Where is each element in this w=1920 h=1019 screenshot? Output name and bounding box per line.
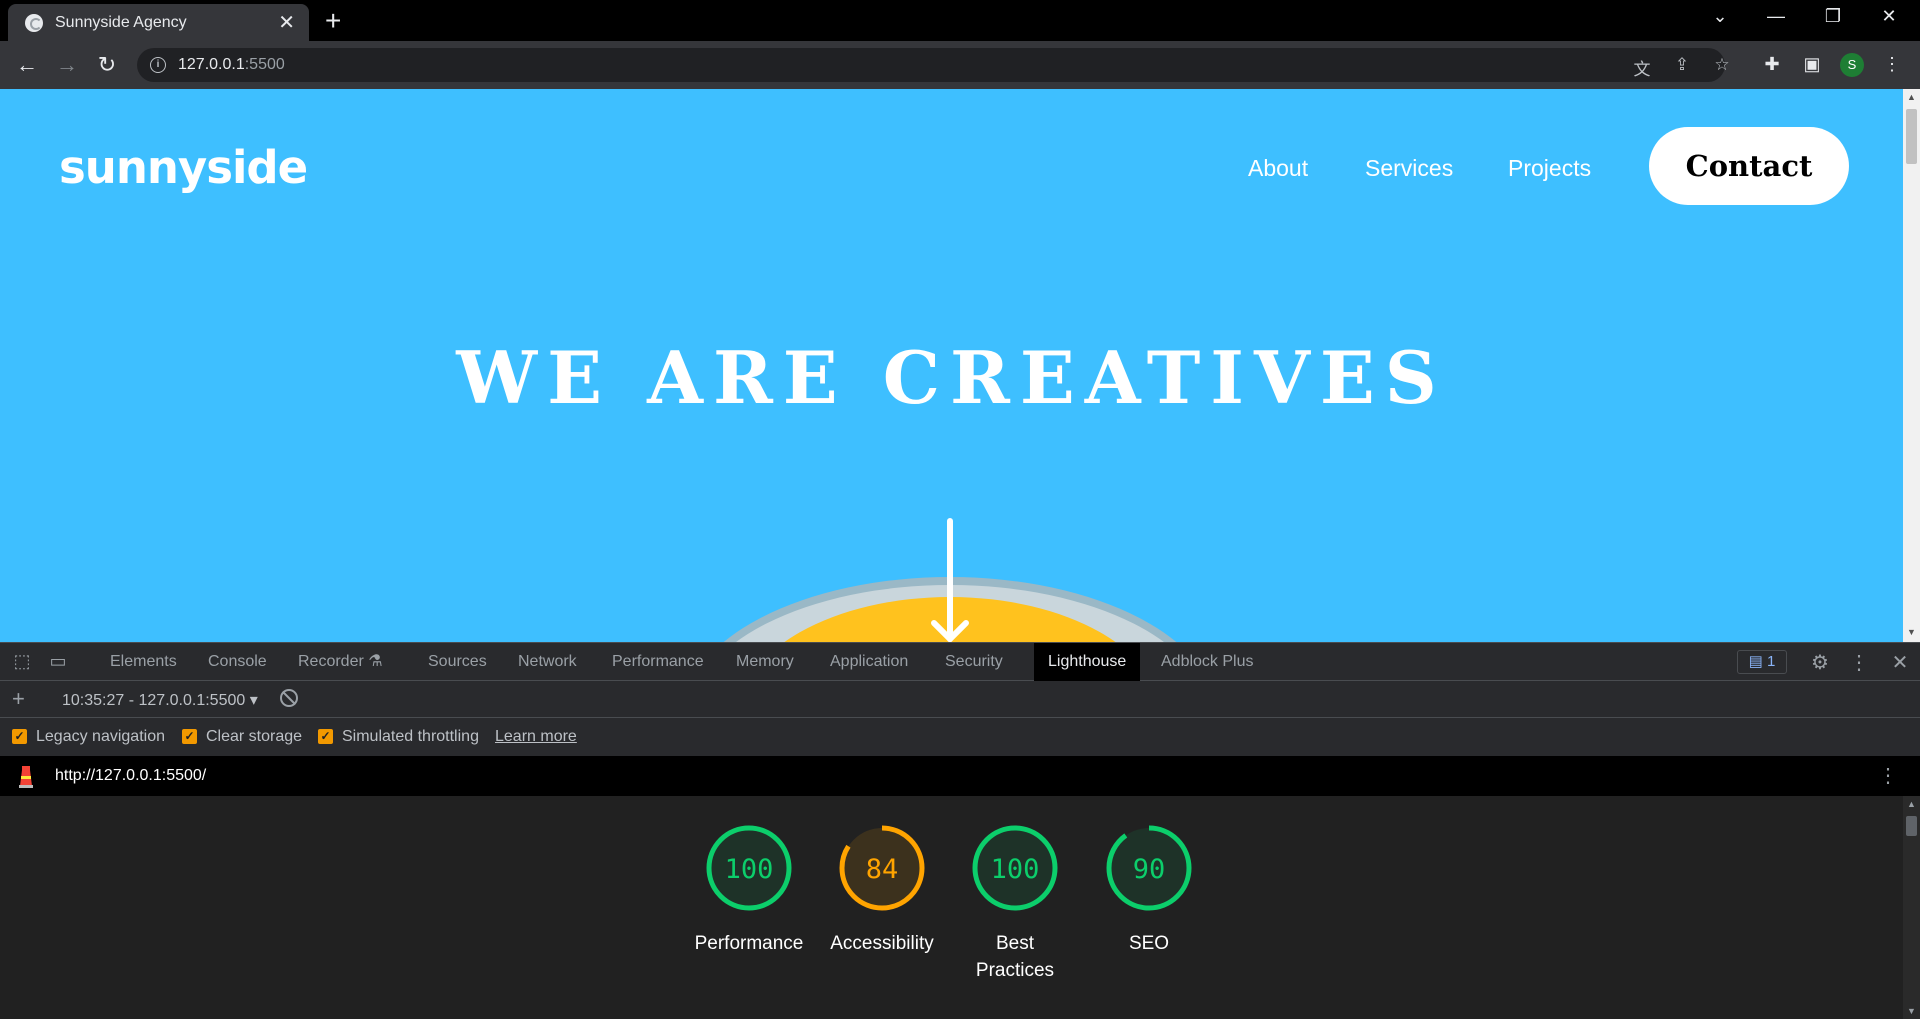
back-button[interactable]: ← bbox=[13, 51, 41, 79]
score-label-best-practices: Best Practices bbox=[975, 933, 1055, 981]
simulated-throttling-checkbox[interactable]: ✓ bbox=[318, 729, 333, 744]
site-info-icon[interactable]: i bbox=[150, 57, 166, 73]
side-panel-icon[interactable]: ▣ bbox=[1800, 54, 1824, 75]
forward-button[interactable]: → bbox=[53, 51, 81, 79]
report-scroll-up-icon[interactable]: ▲ bbox=[1907, 799, 1916, 809]
score-ring-performance: 100 bbox=[706, 825, 792, 911]
browser-tab[interactable]: Sunnyside Agency ✕ bbox=[8, 4, 309, 41]
score-value-performance: 100 bbox=[725, 854, 774, 885]
browser-toolbar: ← → ↻ i 127.0.0.1:5500 文 ⇪ ☆ ✚ ▣ S ⋮ bbox=[0, 41, 1920, 89]
devtools-tab-network[interactable]: Network bbox=[504, 643, 591, 681]
bookmark-star-icon[interactable]: ☆ bbox=[1711, 55, 1733, 75]
hero-title: WE ARE CREATIVES bbox=[456, 335, 1447, 420]
inspect-element-icon[interactable]: ⬚ bbox=[10, 651, 34, 672]
score-ring-accessibility: 84 bbox=[839, 825, 925, 911]
share-icon[interactable]: ⇪ bbox=[1671, 55, 1693, 75]
scroll-down-icon[interactable]: ▼ bbox=[1907, 627, 1916, 637]
devtools-tab-bar: ⬚ ▭ Elements Console Recorder ⚗ Sources … bbox=[0, 643, 1920, 681]
site-favicon-icon bbox=[25, 14, 43, 32]
contact-button[interactable]: Contact bbox=[1649, 127, 1849, 205]
address-bar[interactable]: i 127.0.0.1:5500 文 ⇪ ☆ bbox=[137, 48, 1730, 82]
issues-count: 1 bbox=[1767, 653, 1776, 670]
devtools-tab-application[interactable]: Application bbox=[816, 643, 922, 681]
new-report-button[interactable]: + bbox=[12, 686, 25, 712]
devtools-tab-elements[interactable]: Elements bbox=[96, 643, 191, 681]
issues-chat-icon: ▤ bbox=[1748, 653, 1763, 670]
legacy-navigation-label: Legacy navigation bbox=[36, 728, 165, 745]
settings-gear-icon[interactable]: ⚙ bbox=[1808, 650, 1832, 675]
nav-link-about[interactable]: About bbox=[1248, 155, 1308, 182]
new-tab-button[interactable]: + bbox=[325, 5, 341, 37]
clear-reports-icon[interactable] bbox=[280, 689, 298, 707]
lighthouse-url-bar: http://127.0.0.1:5500/ ⋮ bbox=[0, 756, 1920, 796]
reload-button[interactable]: ↻ bbox=[93, 51, 121, 79]
score-gauge-accessibility[interactable]: 84 Accessibility bbox=[815, 822, 949, 957]
report-scroll-down-icon[interactable]: ▼ bbox=[1907, 1006, 1916, 1016]
report-select[interactable]: 10:35:27 - 127.0.0.1:5500 ▾ bbox=[62, 690, 258, 710]
close-window-button[interactable]: ✕ bbox=[1874, 6, 1904, 27]
lighthouse-report: 100 Performance 84 Accessibility 100 Best Prac… bbox=[0, 796, 1903, 1019]
close-devtools-icon[interactable]: ✕ bbox=[1888, 650, 1912, 675]
address-url: 127.0.0.1:5500 bbox=[178, 56, 285, 73]
devtools-tab-lighthouse[interactable]: Lighthouse bbox=[1034, 643, 1141, 681]
score-value-seo: 90 bbox=[1133, 854, 1166, 885]
profile-avatar[interactable]: S bbox=[1840, 53, 1864, 77]
restore-button[interactable]: ❐ bbox=[1818, 6, 1848, 27]
clear-storage-checkbox[interactable]: ✓ bbox=[182, 729, 197, 744]
devtools-tab-memory[interactable]: Memory bbox=[722, 643, 808, 681]
page-viewport: sunnyside About Services Projects Contac… bbox=[0, 89, 1903, 642]
report-scrollbar-thumb[interactable] bbox=[1906, 816, 1917, 836]
tab-strip: Sunnyside Agency ✕ + ⌄ — ❐ ✕ bbox=[0, 0, 1920, 41]
browser-menu-icon[interactable]: ⋮ bbox=[1880, 54, 1904, 75]
devtools-tab-performance[interactable]: Performance bbox=[598, 643, 718, 681]
devtools-tab-recorder[interactable]: Recorder ⚗ bbox=[284, 643, 397, 681]
score-value-accessibility: 84 bbox=[866, 854, 899, 885]
issues-counter-button[interactable]: ▤ 1 bbox=[1737, 650, 1787, 674]
devtools-panel: ⬚ ▭ Elements Console Recorder ⚗ Sources … bbox=[0, 642, 1920, 1019]
audited-url: http://127.0.0.1:5500/ bbox=[55, 767, 207, 784]
lighthouse-toolbar: + 10:35:27 - 127.0.0.1:5500 ▾ bbox=[0, 681, 1920, 718]
tab-search-icon[interactable]: ⌄ bbox=[1705, 6, 1735, 27]
score-gauge-best-practices[interactable]: 100 Best Practices bbox=[948, 822, 1082, 984]
page-scrollbar-thumb[interactable] bbox=[1906, 109, 1917, 164]
translate-icon[interactable]: 文 bbox=[1631, 55, 1653, 80]
lighthouse-logo-icon bbox=[19, 766, 33, 788]
nav-link-projects[interactable]: Projects bbox=[1508, 155, 1591, 182]
nav-link-services[interactable]: Services bbox=[1365, 155, 1453, 182]
report-scrollbar[interactable]: ▲ ▼ bbox=[1903, 796, 1920, 1019]
report-menu-icon[interactable]: ⋮ bbox=[1878, 763, 1898, 788]
experiment-flask-icon: ⚗ bbox=[368, 653, 383, 670]
learn-more-link[interactable]: Learn more bbox=[495, 728, 577, 746]
devtools-tab-security[interactable]: Security bbox=[931, 643, 1017, 681]
score-gauge-performance[interactable]: 100 Performance bbox=[682, 822, 816, 957]
score-label-accessibility: Accessibility bbox=[830, 933, 934, 954]
simulated-throttling-label: Simulated throttling bbox=[342, 728, 479, 745]
score-value-best-practices: 100 bbox=[991, 854, 1040, 885]
score-label-performance: Performance bbox=[694, 933, 804, 954]
legacy-navigation-checkbox[interactable]: ✓ bbox=[12, 729, 27, 744]
minimize-button[interactable]: — bbox=[1761, 6, 1791, 27]
device-toolbar-icon[interactable]: ▭ bbox=[46, 651, 70, 672]
score-label-seo: SEO bbox=[1128, 933, 1170, 954]
arrow-head-icon bbox=[931, 620, 969, 642]
devtools-tab-sources[interactable]: Sources bbox=[414, 643, 501, 681]
score-ring-seo: 90 bbox=[1106, 825, 1192, 911]
scroll-up-icon[interactable]: ▲ bbox=[1907, 92, 1916, 102]
score-ring-best-practices: 100 bbox=[972, 825, 1058, 911]
devtools-tab-adblock-plus[interactable]: Adblock Plus bbox=[1147, 643, 1268, 681]
lighthouse-options: ✓ Legacy navigation ✓ Clear storage ✓ Si… bbox=[0, 718, 1920, 756]
site-logo[interactable]: sunnyside bbox=[59, 141, 308, 194]
score-gauge-seo[interactable]: 90 SEO bbox=[1082, 822, 1216, 957]
extensions-puzzle-icon[interactable]: ✚ bbox=[1760, 54, 1784, 75]
clear-storage-label: Clear storage bbox=[206, 728, 303, 745]
page-scrollbar[interactable]: ▲ ▼ bbox=[1903, 89, 1920, 642]
close-tab-icon[interactable]: ✕ bbox=[278, 10, 295, 35]
devtools-menu-icon[interactable]: ⋮ bbox=[1847, 650, 1871, 675]
tab-title: Sunnyside Agency bbox=[55, 14, 187, 31]
devtools-tab-console[interactable]: Console bbox=[194, 643, 281, 681]
